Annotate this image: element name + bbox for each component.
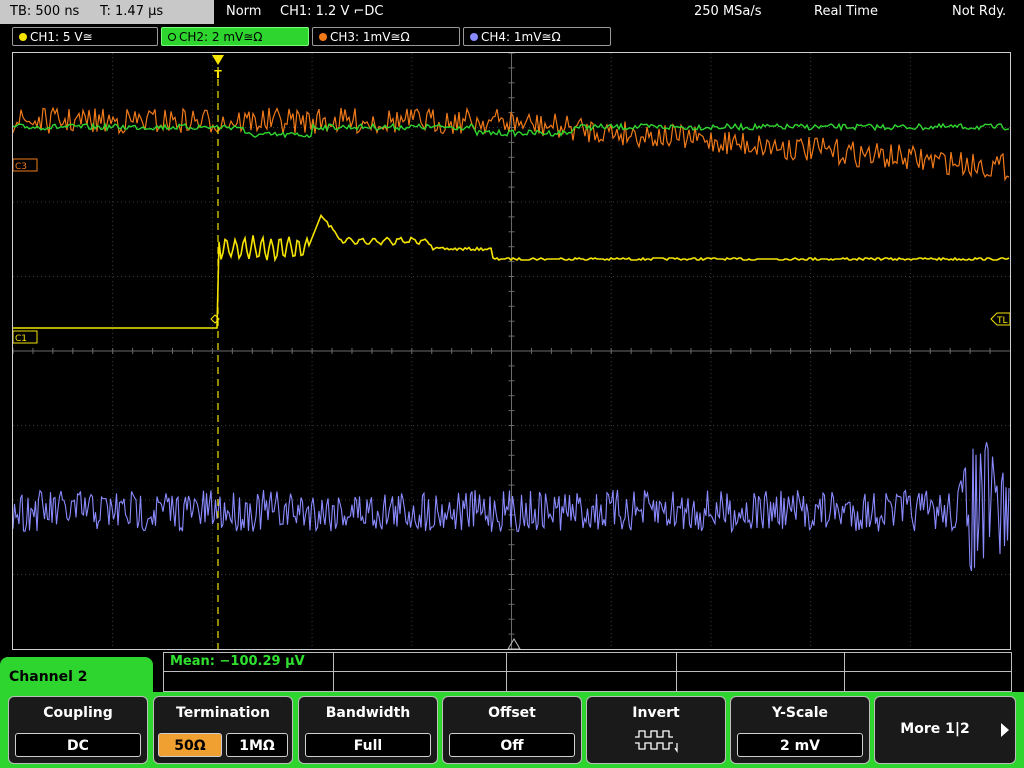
channel-4-label: CH4: 1mV≅Ω bbox=[481, 30, 561, 44]
termination-1m-ohm-option[interactable]: 1MΩ bbox=[226, 733, 288, 757]
channel-tab-1[interactable]: CH1: 5 V≅ bbox=[12, 27, 158, 46]
softkey-bar: Coupling DC Termination 50Ω 1MΩ Bandwidt… bbox=[0, 692, 1024, 768]
measurement-divider bbox=[506, 653, 507, 691]
timebase-box[interactable]: TB: 500 ns T: 1.47 µs bbox=[0, 0, 214, 24]
offset-value[interactable]: Off bbox=[449, 733, 575, 757]
coupling-softkey[interactable]: Coupling DC bbox=[8, 696, 148, 764]
measurement-divider bbox=[333, 653, 334, 691]
invert-softkey[interactable]: Invert bbox=[586, 696, 726, 764]
termination-softkey[interactable]: Termination 50Ω 1MΩ bbox=[153, 696, 293, 764]
y-scale-title: Y-Scale bbox=[771, 705, 828, 721]
termination-50-ohm-option[interactable]: 50Ω bbox=[158, 733, 222, 757]
y-scale-value[interactable]: 2 mV bbox=[737, 733, 863, 757]
center-marker-icon bbox=[507, 638, 521, 649]
acquisition-mode: Real Time bbox=[814, 4, 878, 19]
timebase-label: TB: 500 ns bbox=[10, 4, 80, 19]
c3-marker-label: C3 bbox=[15, 162, 27, 172]
trigger-marker-label: T bbox=[214, 68, 222, 81]
channel-1-dot-icon bbox=[19, 33, 27, 41]
measurement-panel: Mean: −100.29 µV bbox=[163, 652, 1012, 692]
more-softkey[interactable]: More 1|2 bbox=[874, 696, 1016, 764]
run-status[interactable]: Not Rdy. bbox=[952, 0, 1006, 24]
trigger-time-label: T: 1.47 µs bbox=[100, 4, 164, 19]
menu-title: Channel 2 bbox=[0, 657, 153, 697]
measurement-row-divider bbox=[164, 671, 1011, 672]
mean-measurement: Mean: −100.29 µV bbox=[170, 654, 305, 669]
c1-marker-label: C1 bbox=[15, 334, 27, 344]
channel-3-dot-icon bbox=[319, 33, 327, 41]
measurement-divider bbox=[676, 653, 677, 691]
more-title: More 1|2 bbox=[900, 721, 970, 737]
graticule bbox=[13, 53, 1010, 649]
bandwidth-title: Bandwidth bbox=[325, 705, 411, 721]
bandwidth-value[interactable]: Full bbox=[305, 733, 431, 757]
tl-marker-label: TL bbox=[996, 316, 1008, 326]
y-scale-softkey[interactable]: Y-Scale 2 mV bbox=[730, 696, 870, 764]
sample-rate: 250 MSa/s bbox=[694, 4, 762, 19]
channel-tab-4[interactable]: CH4: 1mV≅Ω bbox=[463, 27, 611, 46]
trigger-mode[interactable]: Norm bbox=[226, 0, 261, 24]
trigger-marker-icon[interactable]: T bbox=[212, 55, 224, 81]
channel-3-ground-marker[interactable]: C3 bbox=[13, 158, 38, 172]
coupling-value[interactable]: DC bbox=[15, 733, 141, 757]
channel-tabs: CH1: 5 V≅ CH2: 2 mV≅Ω CH3: 1mV≅Ω CH4: 1m… bbox=[0, 26, 1024, 48]
channel-2-dot-icon bbox=[168, 33, 176, 41]
status-bar: TB: 500 ns T: 1.47 µs Norm CH1: 1.2 V ⌐D… bbox=[0, 0, 1024, 24]
trigger-level-marker[interactable]: TL bbox=[990, 312, 1010, 326]
channel-tab-2[interactable]: CH2: 2 mV≅Ω bbox=[161, 27, 309, 46]
channel-2-label: CH2: 2 mV≅Ω bbox=[179, 30, 263, 44]
coupling-title: Coupling bbox=[43, 705, 113, 721]
invert-title: Invert bbox=[632, 705, 680, 721]
offset-title: Offset bbox=[488, 705, 536, 721]
trigger-source[interactable]: CH1: 1.2 V ⌐DC bbox=[280, 0, 383, 24]
channel-3-label: CH3: 1mV≅Ω bbox=[330, 30, 410, 44]
channel-tab-3[interactable]: CH3: 1mV≅Ω bbox=[312, 27, 460, 46]
termination-title: Termination bbox=[176, 705, 270, 721]
measurement-divider bbox=[844, 653, 845, 691]
waveform-display[interactable]: T C3 C1 TL bbox=[12, 52, 1011, 650]
bandwidth-softkey[interactable]: Bandwidth Full bbox=[298, 696, 438, 764]
waveform-canvas: T C3 C1 TL bbox=[13, 53, 1010, 649]
offset-softkey[interactable]: Offset Off bbox=[442, 696, 582, 764]
channel-4-dot-icon bbox=[470, 33, 478, 41]
channel-1-label: CH1: 5 V≅ bbox=[30, 30, 93, 44]
next-page-icon bbox=[1001, 723, 1009, 737]
channel-1-ground-marker[interactable]: C1 bbox=[13, 330, 38, 344]
invert-pulse-icon bbox=[635, 730, 678, 753]
